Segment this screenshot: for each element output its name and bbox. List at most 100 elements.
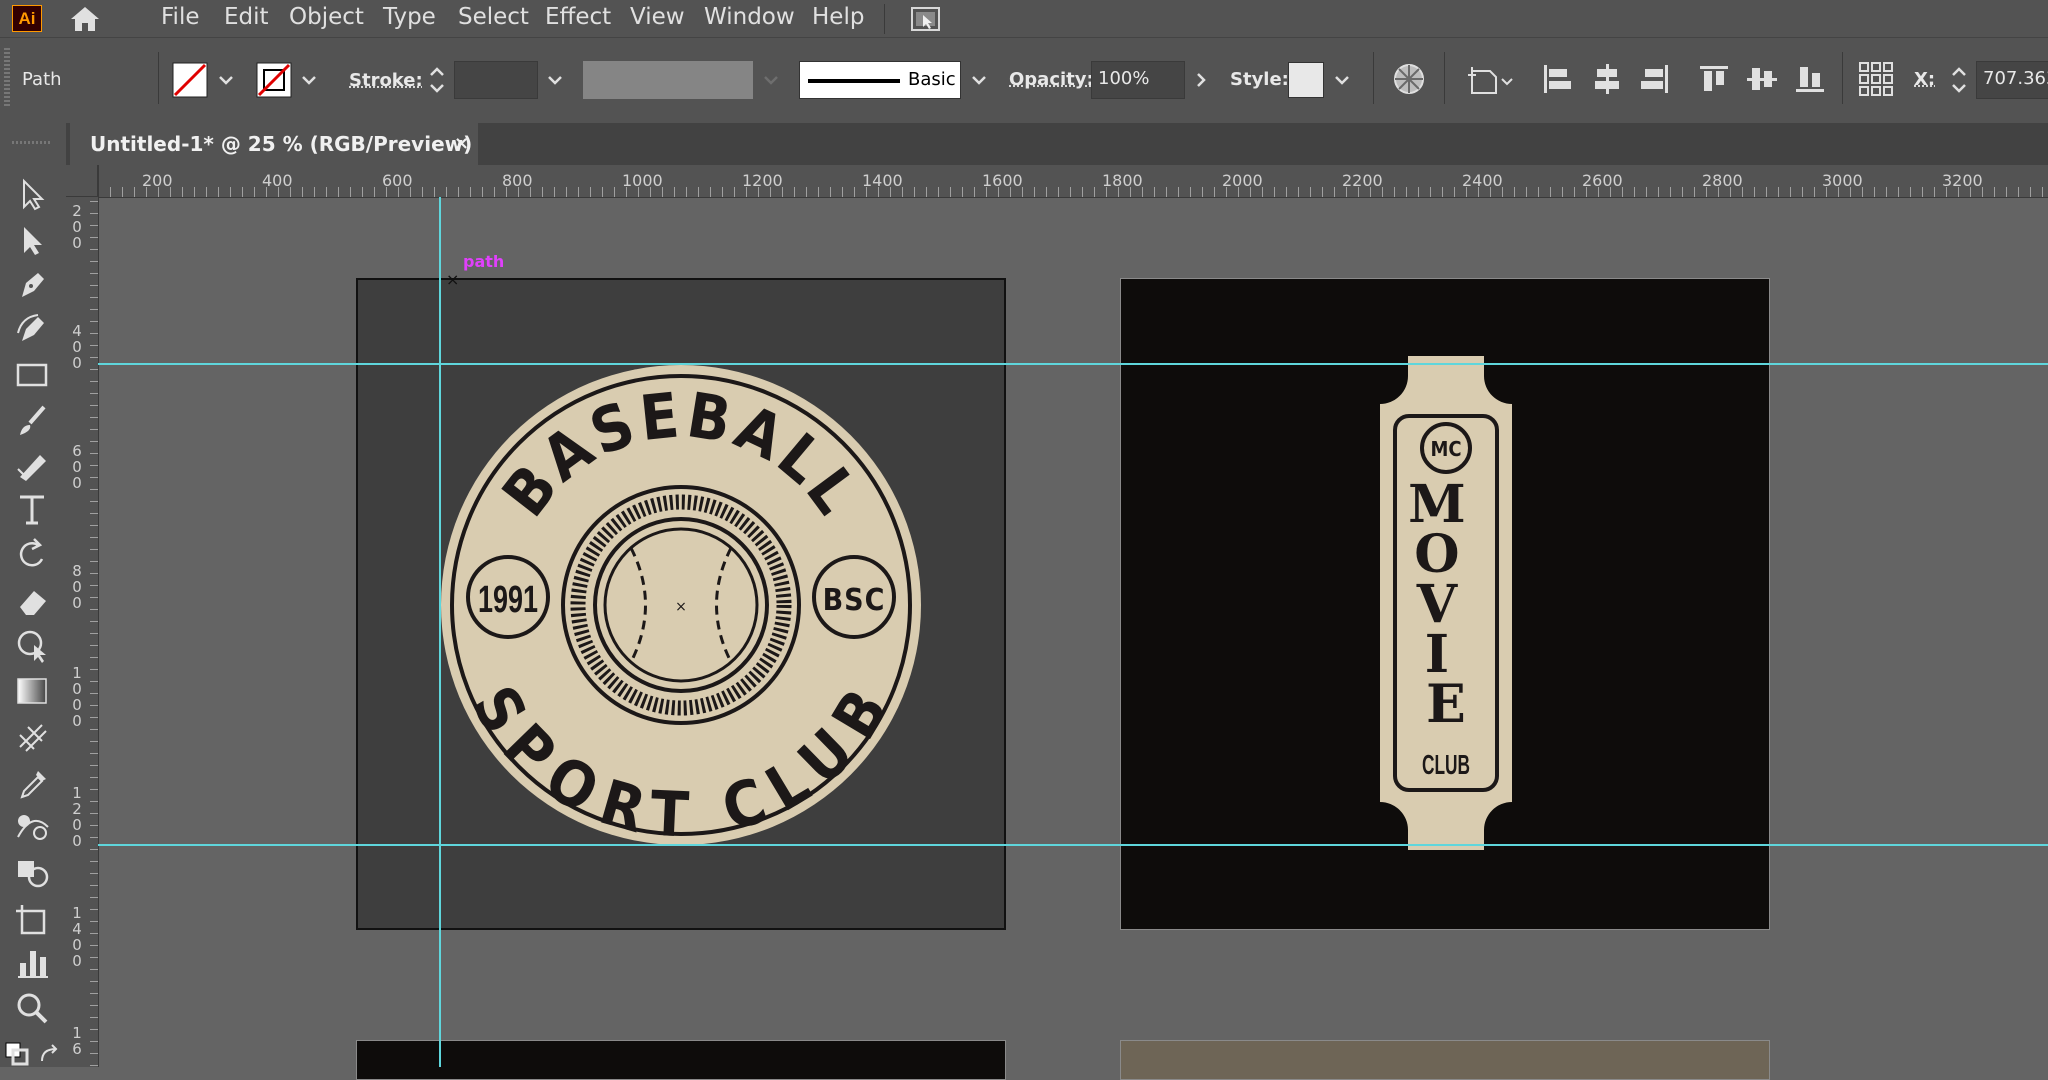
- shaper-tool-icon[interactable]: [12, 445, 54, 485]
- type-tool-icon[interactable]: [12, 489, 54, 529]
- ruler-label: 2600: [1582, 171, 1623, 190]
- mesh-tool-icon[interactable]: [12, 717, 54, 757]
- ruler-label: 800: [502, 171, 533, 190]
- ruler-ticks: [90, 165, 98, 1067]
- control-divider: [1373, 52, 1374, 104]
- shape-builder-tool-icon[interactable]: [12, 853, 54, 893]
- opacity-label[interactable]: Opacity:: [1009, 69, 1094, 90]
- menu-bar: Ai File Edit Object Type Select Effect V…: [0, 0, 2048, 37]
- paintbrush-tool-icon[interactable]: [12, 401, 54, 441]
- align-top-icon[interactable]: [1697, 62, 1731, 96]
- control-divider: [1842, 52, 1843, 104]
- ruler-label: 200: [142, 171, 173, 190]
- ruler-label: 200: [72, 202, 82, 252]
- menu-edit[interactable]: Edit: [224, 0, 269, 37]
- control-divider: [158, 52, 159, 104]
- ruler-label: 1000: [622, 171, 663, 190]
- document-tab-title: Untitled-1* @ 25 % (RGB/Preview): [90, 132, 473, 156]
- variable-width-profile[interactable]: [583, 61, 753, 99]
- ticket-monogram: MC: [1430, 437, 1461, 461]
- stroke-dropdown-chevron-icon[interactable]: [298, 69, 320, 91]
- column-graph-tool-icon[interactable]: [12, 943, 54, 983]
- opacity-arrow-icon[interactable]: [1190, 69, 1212, 91]
- selection-tool-icon[interactable]: [12, 175, 54, 215]
- align-left-icon[interactable]: [1540, 62, 1574, 96]
- baseball-badge[interactable]: × BASEBALL SPORT CLUB 1991 BSC: [438, 362, 924, 848]
- ruler-label: 2800: [1702, 171, 1743, 190]
- menu-window[interactable]: Window: [704, 0, 795, 37]
- reference-point-icon[interactable]: [1857, 60, 1895, 98]
- align-vertical-center-icon[interactable]: [1745, 62, 1779, 96]
- x-position-label[interactable]: X:: [1914, 69, 1935, 90]
- rectangle-tool-icon[interactable]: [12, 355, 54, 395]
- x-position-input[interactable]: 707.3636: [1976, 61, 2048, 99]
- brush-name: Basic: [908, 69, 956, 90]
- movie-ticket-badge[interactable]: MC M O V I E CLUB: [1378, 356, 1514, 850]
- align-right-icon[interactable]: [1638, 62, 1672, 96]
- gradient-tool-icon[interactable]: [12, 671, 54, 711]
- panel-grip[interactable]: [4, 48, 10, 108]
- menu-view[interactable]: View: [630, 0, 685, 37]
- vertical-ruler[interactable]: 200 400 600 800 1000 1200 1400 16: [66, 165, 99, 1067]
- ruler-origin[interactable]: [66, 165, 98, 197]
- stroke-weight-chevron-icon[interactable]: [544, 69, 566, 91]
- free-transform-tool-icon[interactable]: [12, 625, 54, 665]
- artboard-bottom-left[interactable]: [356, 1040, 1006, 1080]
- ruler-label: 800: [72, 562, 82, 612]
- close-tab-icon[interactable]: ×: [454, 123, 469, 165]
- ruler-label: 2000: [1222, 171, 1263, 190]
- recolor-artwork-icon[interactable]: [1391, 61, 1427, 97]
- brush-chevron-icon[interactable]: [968, 69, 990, 91]
- menu-object[interactable]: Object: [289, 0, 364, 37]
- menu-file[interactable]: File: [161, 0, 200, 37]
- eraser-tool-icon[interactable]: [12, 581, 54, 621]
- swap-arrow-icon[interactable]: [38, 1043, 62, 1067]
- transform-options-icon[interactable]: [1466, 63, 1516, 97]
- artboard-tool-icon[interactable]: [12, 899, 54, 939]
- control-divider: [1444, 52, 1445, 104]
- ruler-label: 400: [72, 322, 82, 372]
- align-horizontal-center-icon[interactable]: [1590, 62, 1624, 96]
- ruler-label: 400: [262, 171, 293, 190]
- menu-select[interactable]: Select: [458, 0, 529, 37]
- ruler-label: 2200: [1342, 171, 1383, 190]
- menu-help[interactable]: Help: [812, 0, 864, 37]
- style-chevron-icon[interactable]: [1331, 69, 1353, 91]
- curvature-tool-icon[interactable]: [12, 309, 54, 349]
- fill-stroke-swap-icon[interactable]: [4, 1041, 30, 1067]
- stroke-swatch-none[interactable]: [256, 62, 292, 98]
- anchor-point-marker[interactable]: ×: [446, 270, 459, 289]
- horizontal-ruler[interactable]: 200 400 600 800 1000 1200 1400 1600 1800…: [74, 165, 2048, 198]
- x-position-stepper-icon[interactable]: [1946, 60, 1972, 100]
- guide-horizontal[interactable]: [98, 844, 2048, 846]
- align-bottom-icon[interactable]: [1793, 62, 1827, 96]
- ruler-label: 1600: [982, 171, 1023, 190]
- guide-horizontal[interactable]: [98, 363, 2048, 365]
- ruler-label: 1400: [72, 904, 82, 970]
- document-tab-bar: » Untitled-1* @ 25 % (RGB/Preview) ×: [0, 123, 2048, 165]
- zoom-tool-icon[interactable]: [12, 989, 54, 1029]
- blend-tool-icon[interactable]: [12, 807, 54, 847]
- brush-definition[interactable]: Basic: [799, 61, 961, 99]
- graphic-style-swatch[interactable]: [1288, 62, 1324, 98]
- artboard-bottom-right[interactable]: [1120, 1040, 1770, 1080]
- document-tab[interactable]: Untitled-1* @ 25 % (RGB/Preview) ×: [70, 123, 478, 165]
- stroke-label[interactable]: Stroke:: [349, 70, 423, 91]
- menu-type[interactable]: Type: [383, 0, 436, 37]
- stroke-weight-input[interactable]: [454, 61, 538, 99]
- pen-tool-icon[interactable]: [12, 265, 54, 305]
- rotate-tool-icon[interactable]: [12, 535, 54, 575]
- eyedropper-tool-icon[interactable]: [12, 763, 54, 803]
- stroke-weight-stepper-icon[interactable]: [424, 60, 450, 100]
- profile-chevron-icon[interactable]: [760, 69, 782, 91]
- fill-dropdown-chevron-icon[interactable]: [215, 69, 237, 91]
- opacity-input[interactable]: 100%: [1091, 61, 1185, 99]
- guide-vertical[interactable]: [439, 197, 441, 1067]
- ruler-label: 16: [72, 1024, 82, 1058]
- menu-effect[interactable]: Effect: [545, 0, 611, 37]
- arrange-documents-icon[interactable]: [910, 5, 942, 33]
- direct-selection-tool-icon[interactable]: [12, 221, 54, 261]
- toolbar-grip[interactable]: [12, 141, 52, 144]
- home-icon[interactable]: [68, 5, 102, 33]
- fill-swatch-none[interactable]: [172, 62, 208, 98]
